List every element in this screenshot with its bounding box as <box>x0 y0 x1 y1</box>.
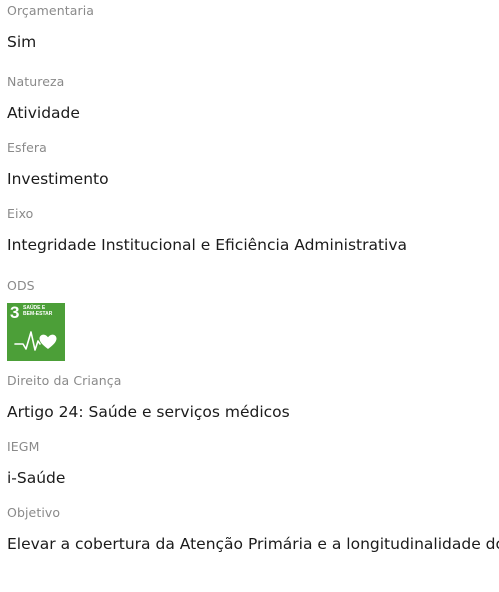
iegm-value: i-Saúde <box>7 469 66 487</box>
ods-label: ODS <box>7 278 35 293</box>
esfera-value: Investimento <box>7 170 109 188</box>
eixo-label: Eixo <box>7 206 34 221</box>
direito-crianca-label: Direito da Criança <box>7 373 122 388</box>
sdg-title: SAÚDE E BEM-ESTAR <box>23 305 53 317</box>
direito-crianca-value: Artigo 24: Saúde e serviços médicos <box>7 403 290 421</box>
iegm-label: IEGM <box>7 439 40 454</box>
objetivo-label: Objetivo <box>7 505 61 520</box>
esfera-label: Esfera <box>7 140 47 155</box>
sdg-number: 3 <box>10 303 20 322</box>
objetivo-value: Elevar a cobertura da Atenção Primária e… <box>7 535 499 553</box>
heartbeat-heart-icon <box>14 331 57 351</box>
sdg-3-tile[interactable]: 3 SAÚDE E BEM-ESTAR <box>7 303 65 361</box>
eixo-value: Integridade Institucional e Eficiência A… <box>7 236 408 254</box>
natureza-label: Natureza <box>7 74 65 89</box>
detail-panel: Orçamentaria Sim Natureza Atividade Esfe… <box>0 0 499 592</box>
sdg-title-line2: BEM-ESTAR <box>23 310 53 317</box>
orcamentaria-label: Orçamentaria <box>7 3 95 18</box>
orcamentaria-value: Sim <box>7 33 37 51</box>
natureza-value: Atividade <box>7 104 80 122</box>
